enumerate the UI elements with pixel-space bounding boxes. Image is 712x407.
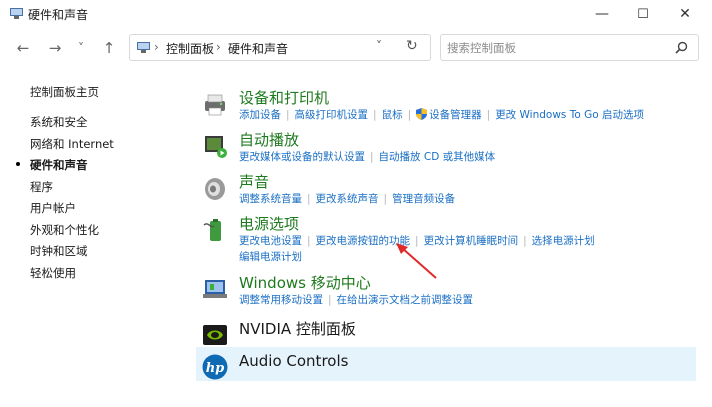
minimize-button[interactable]: —: [582, 0, 622, 28]
link-change-default-media[interactable]: 更改媒体或设备的默认设置: [239, 151, 365, 163]
link-presentation-settings[interactable]: 在给出演示文档之前调整设置: [337, 294, 474, 306]
link-edit-power-plan[interactable]: 编辑电源计划: [239, 251, 302, 263]
breadcrumb-control-panel[interactable]: 控制面板: [166, 40, 214, 57]
mobility-center-icon: [203, 280, 227, 298]
link-advanced-printer-settings[interactable]: 高级打印机设置: [295, 109, 369, 121]
category-title[interactable]: NVIDIA 控制面板: [239, 318, 356, 339]
speaker-icon: [205, 178, 225, 200]
link-change-system-sounds[interactable]: 更改系统声音: [316, 193, 379, 205]
forward-button[interactable]: →: [44, 38, 66, 58]
address-dropdown-icon[interactable]: ˅: [376, 39, 382, 53]
link-autoplay-cd[interactable]: 自动播放 CD 或其他媒体: [379, 151, 496, 163]
sidebar-item-network[interactable]: 网络和 Internet: [30, 136, 114, 152]
control-panel-icon: [137, 42, 150, 53]
printer-icon: [205, 94, 225, 116]
close-button[interactable]: ✕: [665, 0, 705, 28]
category-title[interactable]: Audio Controls: [239, 352, 348, 370]
breadcrumb-separator-icon: ›: [216, 40, 221, 54]
back-button[interactable]: ←: [12, 38, 34, 58]
category-title[interactable]: Windows 移动中心: [239, 272, 371, 293]
maximize-button[interactable]: ☐: [623, 0, 663, 28]
address-bar[interactable]: › 控制面板 › 硬件和声音 ˅ ↻: [129, 34, 431, 61]
recent-locations-button[interactable]: ˅: [70, 38, 92, 58]
search-box[interactable]: 搜索控制面板: [440, 34, 699, 61]
uac-shield-icon: [416, 108, 428, 120]
sidebar-item-ease-of-access[interactable]: 轻松使用: [30, 265, 76, 281]
search-placeholder: 搜索控制面板: [447, 41, 516, 55]
autoplay-icon: [205, 136, 227, 158]
breadcrumb-hardware-sound[interactable]: 硬件和声音: [228, 40, 288, 57]
up-button[interactable]: ↑: [98, 38, 120, 58]
category-title[interactable]: 声音: [239, 171, 269, 192]
sidebar-item-home[interactable]: 控制面板主页: [30, 84, 99, 100]
annotation-arrow: [396, 243, 437, 279]
link-change-battery-settings[interactable]: 更改电池设置: [239, 235, 302, 247]
sidebar-item-user-accounts[interactable]: 用户帐户: [30, 200, 76, 216]
hp-icon: hp: [202, 354, 228, 380]
link-adjust-volume[interactable]: 调整系统音量: [239, 193, 302, 205]
active-bullet: [16, 162, 20, 166]
category-title[interactable]: 电源选项: [239, 213, 299, 234]
link-choose-power-plan[interactable]: 选择电源计划: [532, 235, 595, 247]
sidebar-item-hardware-sound[interactable]: 硬件和声音: [30, 157, 88, 173]
breadcrumb-separator-icon: ›: [154, 40, 159, 54]
link-manage-audio-devices[interactable]: 管理音频设备: [392, 193, 455, 205]
category-title[interactable]: 自动播放: [239, 129, 299, 150]
refresh-icon[interactable]: ↻: [406, 38, 418, 54]
search-icon[interactable]: [675, 41, 688, 54]
link-windows-to-go[interactable]: 更改 Windows To Go 启动选项: [495, 109, 644, 121]
link-add-device[interactable]: 添加设备: [239, 109, 281, 121]
sidebar-item-system-security[interactable]: 系统和安全: [30, 114, 88, 130]
category-title[interactable]: 设备和打印机: [239, 87, 329, 108]
sidebar-item-clock-region[interactable]: 时钟和区域: [30, 243, 88, 259]
nvidia-icon: [203, 325, 227, 345]
sidebar-item-programs[interactable]: 程序: [30, 179, 53, 195]
svg-text:hp: hp: [206, 361, 225, 376]
battery-icon: [203, 219, 221, 241]
link-device-manager[interactable]: 设备管理器: [429, 109, 482, 121]
window-title: 硬件和声音: [28, 8, 89, 22]
control-panel-icon: [10, 8, 23, 19]
link-mouse[interactable]: 鼠标: [382, 109, 403, 121]
sidebar-item-appearance[interactable]: 外观和个性化: [30, 222, 99, 238]
title-bar: 硬件和声音 — ☐ ✕: [0, 0, 712, 28]
link-adjust-mobility-settings[interactable]: 调整常用移动设置: [239, 294, 323, 306]
